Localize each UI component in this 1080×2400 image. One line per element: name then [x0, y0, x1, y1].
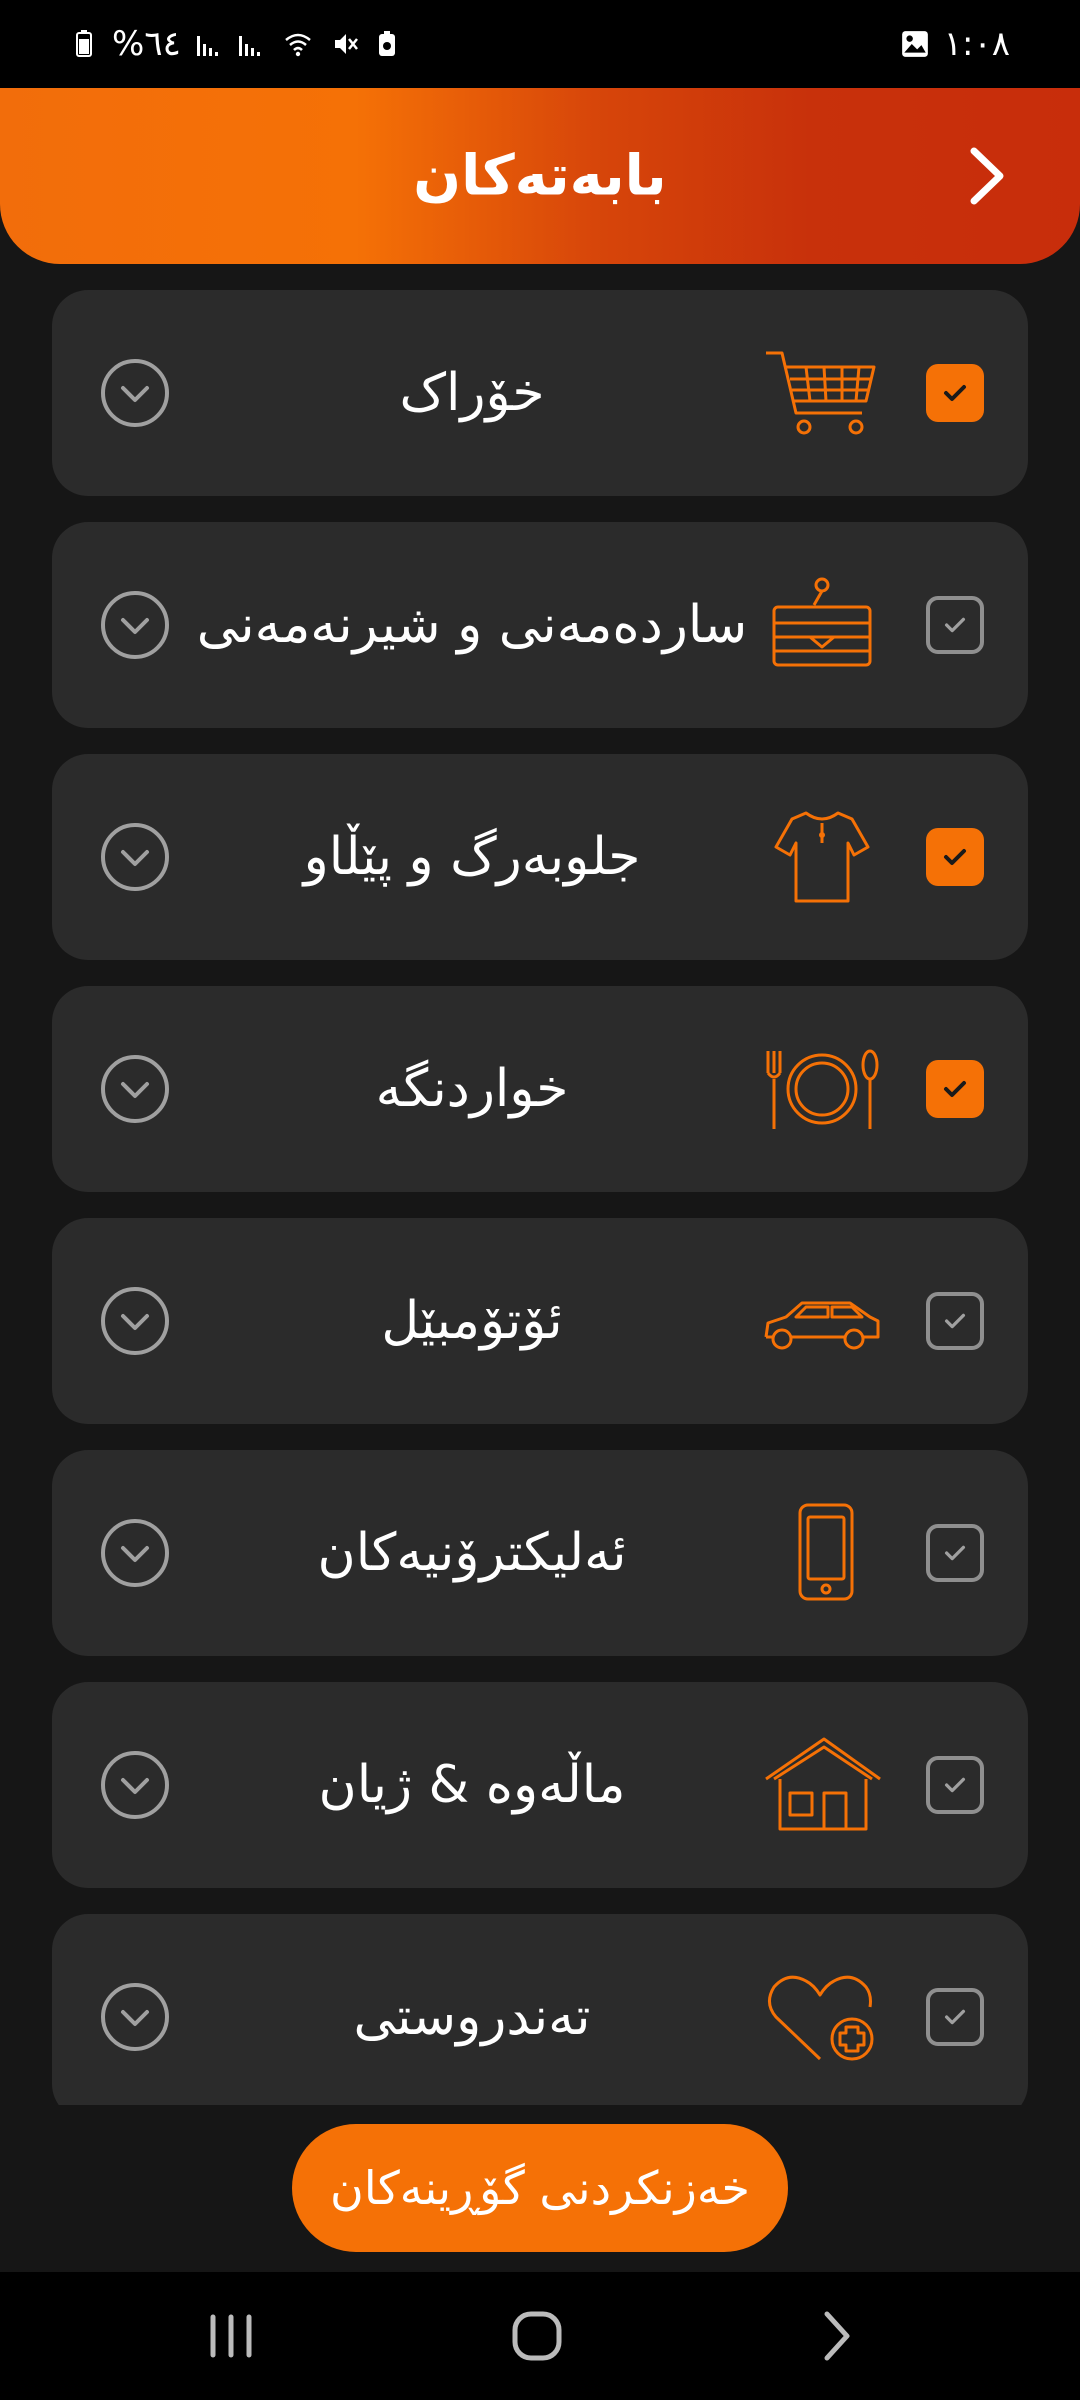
check-icon — [944, 1081, 966, 1097]
category-label: ئەلیکترۆنیەکان — [317, 1523, 627, 1583]
home-icon — [512, 2311, 562, 2361]
category-card-clothing[interactable]: جلوبەرگ و پێڵاو — [52, 754, 1028, 960]
category-checkbox[interactable] — [926, 1756, 984, 1814]
car-icon — [764, 1301, 880, 1350]
back-arrow-icon — [824, 2311, 850, 2361]
status-right: ١:٠٨ — [900, 24, 1010, 64]
header-bar: بابەتەکان — [0, 88, 1080, 264]
category-card-health[interactable]: تەندروستی — [52, 1914, 1028, 2105]
expand-chevron-icon[interactable] — [100, 822, 170, 892]
category-card-car[interactable]: ئۆتۆمبێل — [52, 1218, 1028, 1424]
category-checkbox[interactable] — [926, 828, 984, 886]
category-checkbox[interactable] — [926, 1060, 984, 1118]
category-label: ماڵەوە & ژیان — [318, 1755, 626, 1815]
category-checkbox[interactable] — [926, 364, 984, 422]
battery-icon — [76, 30, 92, 57]
category-checkbox[interactable] — [926, 596, 984, 654]
expand-chevron-icon[interactable] — [100, 1054, 170, 1124]
category-card-home[interactable]: ماڵەوە & ژیان — [52, 1682, 1028, 1888]
battery-saver-icon — [378, 31, 395, 56]
status-left: %٦٤ — [70, 24, 401, 64]
check-icon — [944, 1777, 966, 1793]
shirt-icon — [774, 811, 870, 903]
status-bar: %٦٤ ١:٠٨ — [0, 0, 1080, 88]
check-icon — [944, 617, 966, 633]
recent-apps-icon — [210, 2314, 252, 2358]
page-title: بابەتەکان — [413, 143, 667, 209]
category-checkbox[interactable] — [926, 1524, 984, 1582]
cake-icon — [772, 577, 872, 667]
category-label: ساردەمەنی و شیرنەمەنی — [196, 595, 748, 655]
smartphone-icon — [798, 1503, 854, 1601]
check-icon — [944, 2009, 966, 2025]
expand-chevron-icon[interactable] — [100, 1750, 170, 1820]
check-icon — [944, 849, 966, 865]
category-card-restaurant[interactable]: خواردنگە — [52, 986, 1028, 1192]
back-button[interactable] — [802, 2301, 872, 2371]
category-list[interactable]: خۆراک ساردەمەنی و شیرنەمەنی جلوبەرگ و پێ… — [52, 290, 1028, 2105]
back-chevron-icon[interactable] — [962, 141, 1010, 211]
category-checkbox[interactable] — [926, 1292, 984, 1350]
category-label: خواردنگە — [375, 1059, 569, 1119]
category-card-electronics[interactable]: ئەلیکترۆنیەکان — [52, 1450, 1028, 1656]
category-checkbox[interactable] — [926, 1988, 984, 2046]
save-changes-button[interactable]: خەزنکردنی گۆڕینەکان — [292, 2124, 788, 2252]
category-label: تەندروستی — [353, 1987, 591, 2047]
mute-icon — [334, 34, 358, 54]
expand-chevron-icon[interactable] — [100, 1982, 170, 2052]
category-label: ئۆتۆمبێل — [381, 1291, 563, 1351]
house-icon — [765, 1737, 881, 1831]
home-button[interactable] — [502, 2301, 572, 2371]
image-notification-icon — [901, 31, 928, 57]
signal-icon — [196, 36, 218, 56]
recent-apps-button[interactable] — [196, 2301, 266, 2371]
check-icon — [944, 385, 966, 401]
heart-plus-icon — [768, 1975, 874, 2061]
expand-chevron-icon[interactable] — [100, 1518, 170, 1588]
category-label: خۆراک — [399, 363, 545, 423]
app-screen: %٦٤ ١:٠٨ بابەتەکان خۆراک ساردەمەنی و شیر… — [0, 0, 1080, 2400]
battery-percent: %٦٤ — [112, 24, 181, 64]
signal-icon-2 — [238, 36, 260, 56]
check-icon — [944, 1313, 966, 1329]
check-icon — [944, 1545, 966, 1561]
plate-cutlery-icon — [766, 1049, 879, 1129]
expand-chevron-icon[interactable] — [100, 1286, 170, 1356]
wifi-icon — [285, 33, 311, 57]
category-label: جلوبەرگ و پێڵاو — [303, 827, 641, 887]
category-card-sweets[interactable]: ساردەمەنی و شیرنەمەنی — [52, 522, 1028, 728]
shopping-cart-icon — [766, 351, 876, 435]
category-card-food[interactable]: خۆراک — [52, 290, 1028, 496]
status-time: ١:٠٨ — [943, 24, 1010, 64]
expand-chevron-icon[interactable] — [100, 358, 170, 428]
navigation-bar — [0, 2272, 1080, 2400]
